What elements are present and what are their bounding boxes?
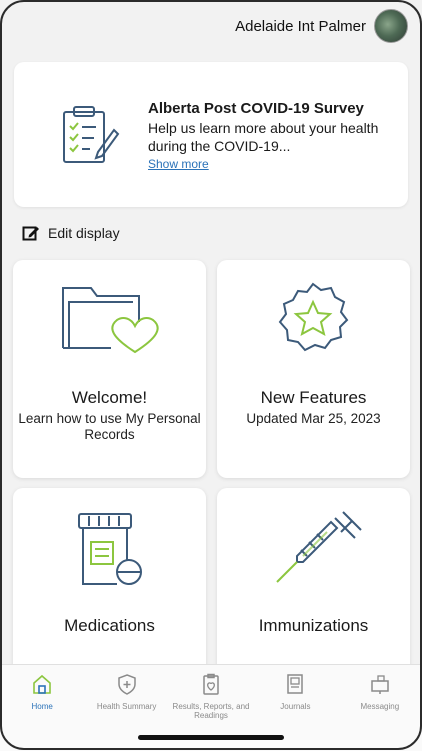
journal-icon (287, 674, 304, 694)
home-indicator[interactable] (138, 735, 284, 740)
tab-label: Journals (280, 702, 311, 711)
edit-display-label: Edit display (48, 225, 120, 241)
edit-display-button[interactable]: Edit display (22, 224, 120, 242)
tile-title: Immunizations (258, 616, 369, 635)
edit-icon (22, 226, 39, 241)
tab-messaging[interactable]: Messaging (338, 665, 422, 751)
avatar[interactable] (374, 9, 408, 43)
tile-immunizations[interactable]: Immunizations (217, 488, 410, 678)
pill-bottle-icon (78, 513, 142, 585)
clipboard-heart-icon (203, 673, 219, 695)
survey-clipboard-icon (63, 106, 120, 163)
syringe-icon (276, 511, 362, 583)
survey-card[interactable]: Alberta Post COVID-19 Survey Help us lea… (14, 62, 408, 207)
tile-subtitle: Learn how to use My Personal Records (18, 411, 201, 442)
show-more-link[interactable]: Show more (148, 157, 209, 171)
user-name[interactable]: Adelaide Int Palmer (235, 18, 366, 35)
tab-home[interactable]: Home (0, 665, 84, 751)
star-badge-icon (278, 282, 349, 352)
header: Adelaide Int Palmer (235, 9, 408, 43)
tile-welcome[interactable]: Welcome! Learn how to use My Personal Re… (13, 260, 206, 478)
tile-title: New Features (260, 388, 367, 407)
shield-plus-icon (117, 674, 136, 695)
folder-heart-icon (62, 287, 159, 354)
tile-title: Medications (64, 616, 155, 635)
tab-label: Health Summary (96, 702, 157, 711)
tab-label: Messaging (360, 702, 400, 711)
tab-label: Home (31, 702, 53, 711)
tile-new-features[interactable]: New Features Updated Mar 25, 2023 (217, 260, 410, 478)
mailbox-icon (371, 675, 389, 694)
tile-subtitle: Updated Mar 25, 2023 (246, 411, 381, 426)
survey-title: Alberta Post COVID-19 Survey (148, 100, 364, 117)
home-icon (33, 674, 52, 694)
survey-description: Help us learn more about your health dur… (148, 120, 379, 154)
tile-medications[interactable]: Medications (13, 488, 206, 678)
tab-label: Results, Reports, and Readings (172, 702, 250, 720)
tile-title: Welcome! (71, 388, 148, 407)
